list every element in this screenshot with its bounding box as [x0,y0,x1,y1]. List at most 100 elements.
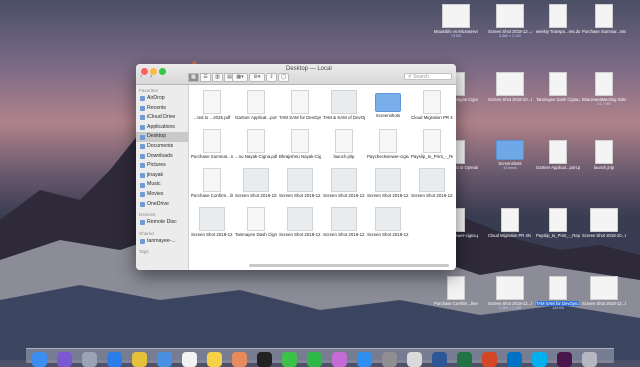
file-item[interactable]: Gartner Applicat...port.pdf [235,88,277,127]
file-item[interactable]: Bhrajishnu Nayak-Cigna.pdf [279,127,321,166]
desktop-file[interactable]: launch.jnlp [582,140,626,170]
desktop-file-info: 74 KB [451,34,461,38]
zoom-window-button[interactable] [159,68,166,75]
desktop-file[interactable]: Screenshots 44 items [488,140,532,170]
desktop-file-name: Cloud Migration PR 4N Final.docx [488,233,532,238]
sidebar-item-desktop[interactable]: Desktop [136,132,188,142]
sidebar-item-documents[interactable]: Documents [136,142,188,152]
file-item[interactable]: Screen Shot 2018-10...PM.png [235,166,277,205]
sidebar-item-downloads[interactable]: Downloads [136,152,188,162]
sidebar-item-jinayak[interactable]: jinayak [136,171,188,181]
file-item[interactable]: Cloud Migration PR 4N Final.docx [411,88,453,127]
image-file-icon [375,168,401,192]
forward-button[interactable]: › [150,73,157,80]
sidebar-item-tanmayee-[interactable]: tanmayee-... [136,237,188,247]
horizontal-scrollbar[interactable] [249,264,449,267]
list-view-button[interactable]: ☰ [200,73,211,82]
desktop-file[interactable]: Screen Shot 2018-10...PM.png [582,208,626,238]
file-item[interactable]: ...nu Nayak-Cigna.pdf [235,127,277,166]
sidebar-item-recents[interactable]: Recents [136,104,188,114]
share-button[interactable]: ⇪ [266,73,277,82]
back-button[interactable]: ‹ [140,73,147,80]
sidebar-item-label: Movies [147,190,164,197]
arrange-button[interactable]: ▦▾ [232,73,248,82]
desktop-file[interactable]: Payslip_to_Print_-_Report...2018.pdf [536,208,580,238]
sidebar-item-airdrop[interactable]: AirDrop [136,94,188,104]
file-grid: ...ted to ...2025.pdf Gartner Applicat...… [189,85,456,247]
file-item[interactable]: Screen Shot 2018-12...PM.png [367,205,409,244]
finder-window[interactable]: ‹ › ▦ ☰ ▥ ▤ ▦▾ ⚙▾ ⇪ ◯ Desktop — Local ⚲ … [136,64,456,270]
file-item[interactable]: ...ted to ...2025.pdf [191,88,233,127]
sidebar-item-remote-disc[interactable]: Remote Disc [136,218,188,228]
document-icon [335,129,353,153]
sidebar-item-label: OneDrive [147,200,169,207]
sidebar-item-pictures[interactable]: Pictures [136,161,188,171]
document-icon [203,129,221,153]
icon-view-button[interactable]: ▦ [188,73,199,82]
desktop-file[interactable]: Mousslife vs Microservers.pptx74 KB [434,4,478,38]
file-item[interactable]: Purchase Summar...nses.pdf [191,127,233,166]
file-name: Payslip_to_Print_-_Report...2018.pdf [411,154,453,159]
file-item[interactable]: Screen Shot 2018-12...PM.png [323,205,365,244]
desktop-file[interactable]: Screen Shot 2018-10...PM.png [488,72,532,102]
document-icon [203,90,221,114]
file-item[interactable]: Screen Shot 2018-12...PM.png [411,166,453,205]
document-icon [291,129,309,153]
desktop-file[interactable]: Screen Shot 2018-12...PM.png [582,276,626,306]
tags-button[interactable]: ◯ [278,73,289,82]
desktop-file[interactable]: Purchase Summar...nses.pdf [582,4,626,34]
document-icon [247,129,265,153]
sidebar-item-label: iCloud Drive [147,114,176,121]
file-item[interactable]: Screen Shot 2018-12...AM.png [367,166,409,205]
desktop-file[interactable]: TAM SAM for DevOps.docx144 KB [536,276,580,310]
image-file-icon [331,168,357,192]
sidebar-item-movies[interactable]: Movies [136,190,188,200]
action-gear-button[interactable]: ⚙▾ [249,73,265,82]
desktop-file[interactable]: Gartner Applicat...port.pdf [536,140,580,170]
sidebar-item-label: Downloads [147,152,173,159]
file-item[interactable]: Screen Shot 2018-12...PM.png [191,205,233,244]
file-item[interactable]: Payslip_to_Print_-_Report...2018.pdf [411,127,453,166]
document-icon [549,276,567,300]
file-item[interactable]: Tanmayee Dash Cigna.pdf [235,205,277,244]
desktop-file[interactable]: Tanmayee Dash Cigna.pdf [536,72,580,102]
document-icon [549,72,567,96]
file-name: Screen Shot 2018-12...PM.png [411,193,453,198]
search-field[interactable]: ⚲ Search [404,73,452,80]
pictures-icon [140,163,145,169]
sidebar-item-onedrive[interactable]: OneDrive [136,200,188,210]
desktop-icon [140,134,145,140]
sidebar-header-shared: Shared [139,230,154,236]
desktop-file[interactable]: Cloud Migration PR 4N Final.docx [488,208,532,238]
image-file-icon [199,207,225,231]
image-file-icon [590,208,618,232]
file-item[interactable]: Screen Shot 2018-12...AM.png [323,166,365,205]
file-item[interactable]: TAM & SAM of DevOps.pptx [323,88,365,127]
column-view-button[interactable]: ▥ [212,73,223,82]
desktop-file[interactable]: Screen Shot 2018-12...PM.png3,360 × 2,10… [488,276,532,310]
file-item[interactable] [411,205,453,244]
image-file-icon [590,276,618,300]
file-item[interactable]: Purchase Confirm...lines.pdf [191,166,233,205]
file-name: Screen Shot 2018-10...PM.png [235,193,277,198]
file-name: Gartner Applicat...port.pdf [235,115,277,120]
view-mode-group: ▦ ☰ ▥ ▤ [188,73,235,82]
desktop-file[interactable]: weekly Transpo...res.docx [536,4,580,34]
sidebar-item-applications[interactable]: Applications [136,123,188,133]
desktop-file-name: Gartner Applicat...port.pdf [536,165,580,170]
image-file-icon [243,168,269,192]
file-name: launch.jnlp [333,154,355,159]
file-item[interactable]: launch.jnlp [323,127,365,166]
desktop-file[interactable]: Purchase Confirm...lines.pdf [434,276,478,306]
desktop-file[interactable]: BlueJeansMeeting Installer.dmg24.7 MB [582,72,626,106]
desktop-file[interactable]: Screen Shot 2018-12...AM.png3,360 × 2,10… [488,4,532,38]
file-item[interactable]: TAM SAM for DevOps.docx [279,88,321,127]
file-item[interactable]: Screen Shot 2018-12...AM.png [279,166,321,205]
sidebar-item-icloud-drive[interactable]: iCloud Drive [136,113,188,123]
file-item[interactable]: Screen Shot 2018-12...PM.png [279,205,321,244]
document-icon [247,207,265,231]
sidebar-item-music[interactable]: Music [136,180,188,190]
image-file-icon [442,4,470,28]
file-item[interactable]: Screenshots [367,88,409,127]
file-item[interactable]: Paycheckviewer-cigna.pdf [367,127,409,166]
